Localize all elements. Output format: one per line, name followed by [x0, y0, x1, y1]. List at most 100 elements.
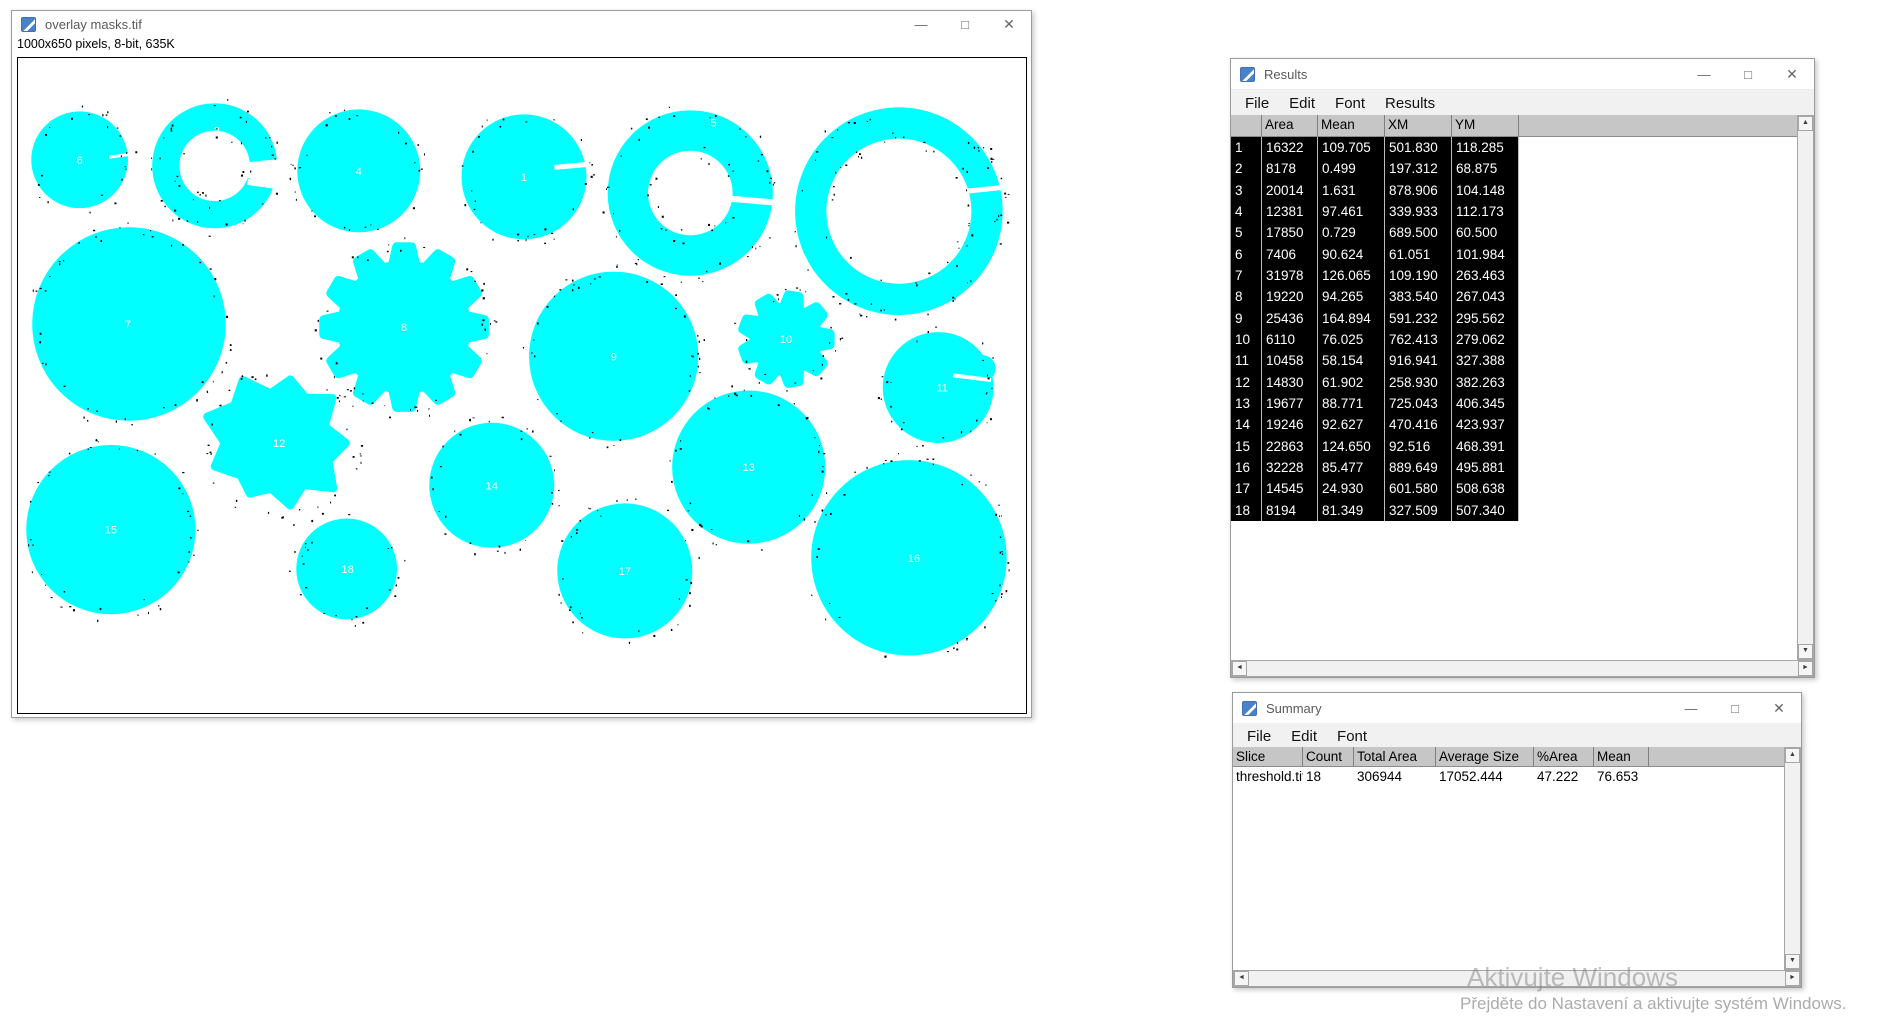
results-row[interactable]: 171454524.930601.580508.638	[1231, 478, 1519, 499]
cell: 60.500	[1452, 222, 1519, 243]
mask-shape-8: 8	[315, 237, 498, 418]
scroll-right-icon[interactable]: ►	[1798, 661, 1813, 676]
menu-item-font[interactable]: Font	[1327, 728, 1377, 745]
column-header-xm[interactable]: XM	[1385, 115, 1452, 137]
results-row[interactable]: 121483061.902258.930382.263	[1231, 372, 1519, 393]
cell: 109.705	[1318, 137, 1385, 158]
column-header-slice[interactable]: Slice	[1233, 747, 1303, 767]
results-row[interactable]: 81922094.265383.540267.043	[1231, 286, 1519, 307]
mask-shape-2: 2	[151, 99, 280, 237]
results-menubar: FileEditFontResults	[1231, 89, 1814, 116]
maximize-button[interactable]: □	[1726, 59, 1770, 89]
watermark-line2: Přejděte do Nastavení a aktivujte systém…	[1460, 994, 1846, 1014]
column-header-index[interactable]	[1231, 115, 1262, 137]
results-row[interactable]: 111045858.154916.941327.388	[1231, 350, 1519, 371]
cell: 31978	[1262, 265, 1318, 286]
cell: 14830	[1262, 372, 1318, 393]
horizontal-scrollbar[interactable]: ◄ ►	[1231, 660, 1814, 677]
results-row[interactable]: 6740690.62461.051101.984	[1231, 244, 1519, 265]
column-header-total-area[interactable]: Total Area	[1354, 747, 1436, 767]
mask-shape-15: 15	[26, 439, 198, 622]
vertical-scrollbar[interactable]: ▲ ▼	[1797, 115, 1814, 660]
row-index: 14	[1231, 414, 1262, 435]
column-header-ym[interactable]: YM	[1452, 115, 1519, 137]
maximize-button[interactable]: □	[943, 11, 987, 37]
results-title: Results	[1264, 67, 1307, 82]
results-row[interactable]: 281780.499197.31268.875	[1231, 158, 1519, 179]
cell: 101.984	[1452, 244, 1519, 265]
cell: 118.285	[1452, 137, 1519, 158]
mask-shape-4: 4	[290, 109, 425, 232]
row-index: 16	[1231, 457, 1262, 478]
scroll-left-icon[interactable]: ◄	[1234, 971, 1249, 986]
scroll-down-icon[interactable]: ▼	[1798, 644, 1813, 659]
cell: 25436	[1262, 308, 1318, 329]
cell: 470.416	[1385, 414, 1452, 435]
horizontal-scrollbar[interactable]: ◄ ►	[1233, 970, 1801, 987]
results-row[interactable]: 1522863124.65092.516468.391	[1231, 436, 1519, 457]
scroll-left-icon[interactable]: ◄	[1232, 661, 1247, 676]
image-canvas[interactable]: 123456789101112131415161718	[17, 57, 1027, 714]
results-row[interactable]: 925436164.894591.232295.562	[1231, 308, 1519, 329]
results-row[interactable]: 116322109.705501.830118.285	[1231, 137, 1519, 158]
close-button[interactable]: ✕	[1770, 59, 1814, 89]
close-button[interactable]: ✕	[1757, 693, 1801, 723]
menu-item-file[interactable]: File	[1235, 95, 1279, 112]
close-button[interactable]: ✕	[987, 11, 1031, 37]
summary-rows: threshold.tif1830694417052.44447.22276.6…	[1233, 767, 1801, 787]
column-header-area[interactable]: Area	[1262, 115, 1318, 137]
column-header-mean[interactable]: Mean	[1318, 115, 1385, 137]
results-titlebar[interactable]: Results — □ ✕	[1231, 59, 1814, 89]
cell: 17052.444	[1436, 767, 1534, 787]
cell: 468.391	[1452, 436, 1519, 457]
summary-titlebar[interactable]: Summary — □ ✕	[1233, 693, 1801, 723]
summary-header-row: SliceCountTotal AreaAverage Size%AreaMea…	[1233, 747, 1801, 767]
menu-item-font[interactable]: Font	[1325, 95, 1375, 112]
cell: threshold.tif	[1233, 767, 1303, 787]
results-row[interactable]: 131967788.771725.043406.345	[1231, 393, 1519, 414]
scroll-down-icon[interactable]: ▼	[1785, 954, 1800, 969]
image-status-text: 1000x650 pixels, 8-bit, 635K	[12, 37, 1031, 57]
cell: 126.065	[1318, 265, 1385, 286]
results-row[interactable]: 163222885.477889.649495.881	[1231, 457, 1519, 478]
menu-item-edit[interactable]: Edit	[1279, 95, 1325, 112]
cell: 76.653	[1594, 767, 1649, 787]
image-window-titlebar[interactable]: overlay masks.tif — □ ✕	[12, 11, 1031, 37]
results-row[interactable]: 41238197.461339.933112.173	[1231, 201, 1519, 222]
minimize-button[interactable]: —	[899, 11, 943, 37]
cell: 327.509	[1385, 500, 1452, 521]
mask-shape-5: 5	[603, 107, 776, 283]
vertical-scrollbar[interactable]: ▲ ▼	[1784, 747, 1801, 970]
minimize-button[interactable]: —	[1669, 693, 1713, 723]
scroll-right-icon[interactable]: ►	[1785, 971, 1800, 986]
results-row[interactable]: 18819481.349327.509507.340	[1231, 500, 1519, 521]
results-row[interactable]: 731978126.065109.190263.463	[1231, 265, 1519, 286]
results-row[interactable]: 3200141.631878.906104.148	[1231, 180, 1519, 201]
cell: 16322	[1262, 137, 1318, 158]
summary-row[interactable]: threshold.tif1830694417052.44447.22276.6…	[1233, 767, 1801, 787]
row-index: 12	[1231, 372, 1262, 393]
menu-item-results[interactable]: Results	[1375, 95, 1445, 112]
column-header-average-size[interactable]: Average Size	[1436, 747, 1534, 767]
results-row[interactable]: 141924692.627470.416423.937	[1231, 414, 1519, 435]
maximize-button[interactable]: □	[1713, 693, 1757, 723]
particle-label: 5	[710, 118, 716, 130]
scroll-up-icon[interactable]: ▲	[1785, 748, 1800, 763]
cell: 68.875	[1452, 158, 1519, 179]
column-header-count[interactable]: Count	[1303, 747, 1354, 767]
minimize-button[interactable]: —	[1682, 59, 1726, 89]
particle-label: 9	[611, 351, 617, 363]
cell: 94.265	[1318, 286, 1385, 307]
scroll-up-icon[interactable]: ▲	[1798, 116, 1813, 131]
cell: 1.631	[1318, 180, 1385, 201]
cell: 18	[1303, 767, 1354, 787]
particle-label: 4	[356, 166, 362, 178]
results-row[interactable]: 10611076.025762.413279.062	[1231, 329, 1519, 350]
column-header--area[interactable]: %Area	[1534, 747, 1594, 767]
cell: 689.500	[1385, 222, 1452, 243]
menu-item-file[interactable]: File	[1237, 728, 1281, 745]
particle-label: 6	[77, 155, 83, 167]
column-header-mean[interactable]: Mean	[1594, 747, 1649, 767]
menu-item-edit[interactable]: Edit	[1281, 728, 1327, 745]
results-row[interactable]: 5178500.729689.50060.500	[1231, 222, 1519, 243]
